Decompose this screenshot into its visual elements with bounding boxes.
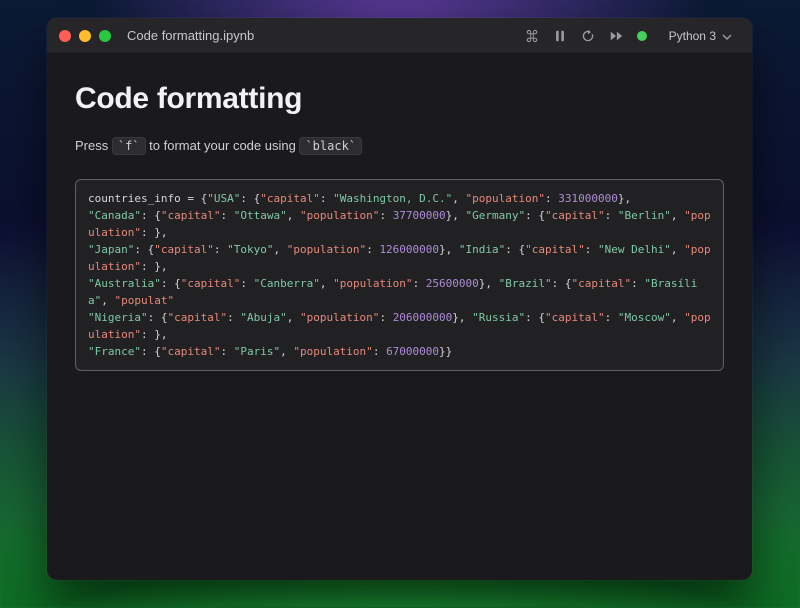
window-controls: [59, 30, 111, 42]
kernel-selector[interactable]: Python 3: [661, 26, 740, 46]
zoom-icon[interactable]: [99, 30, 111, 42]
tool-code: `black`: [299, 137, 362, 155]
instruction-text: Press `f` to format your code using `bla…: [75, 138, 724, 153]
minimize-icon[interactable]: [79, 30, 91, 42]
reload-icon[interactable]: [581, 29, 595, 43]
instruction-prefix: Press: [75, 138, 112, 153]
notebook-content: Code formatting Press `f` to format your…: [47, 54, 752, 371]
notebook-window: Code formatting.ipynb Python 3: [47, 18, 752, 580]
instruction-middle: to format your code using: [146, 138, 300, 153]
page-title: Code formatting: [75, 82, 724, 116]
pause-icon[interactable]: [553, 29, 567, 43]
titlebar: Code formatting.ipynb Python 3: [47, 18, 752, 54]
code-cell[interactable]: countries_info = {"USA": {"capital": "Wa…: [75, 179, 724, 371]
command-icon[interactable]: [525, 29, 539, 43]
toolbar-icons: Python 3: [525, 26, 740, 46]
kernel-status-indicator: [637, 31, 647, 41]
key-code: `f`: [112, 137, 146, 155]
code-content[interactable]: countries_info = {"USA": {"capital": "Wa…: [88, 190, 711, 360]
fast-forward-icon[interactable]: [609, 29, 623, 43]
chevron-down-icon: [722, 31, 732, 41]
window-title: Code formatting.ipynb: [127, 28, 254, 43]
close-icon[interactable]: [59, 30, 71, 42]
kernel-label: Python 3: [669, 29, 716, 43]
